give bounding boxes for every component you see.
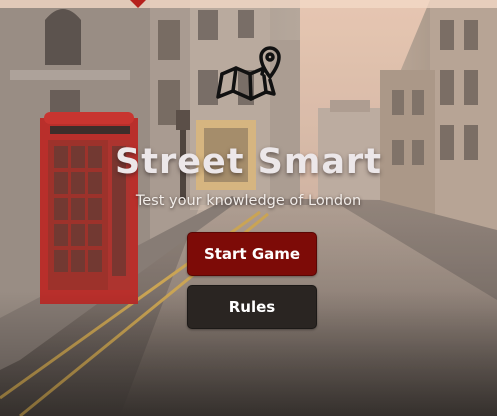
game-subtitle: Test your knowledge of London <box>135 193 362 209</box>
start-screen: Street Smart Test your knowledge of Lond… <box>0 0 497 416</box>
game-title: Street Smart <box>115 142 382 182</box>
rules-button[interactable]: Rules <box>187 285 317 329</box>
rules-label: Rules <box>228 298 276 316</box>
start-game-label: Start Game <box>203 245 301 263</box>
map-pin-icon <box>216 46 281 101</box>
start-game-button[interactable]: Start Game <box>187 232 317 276</box>
